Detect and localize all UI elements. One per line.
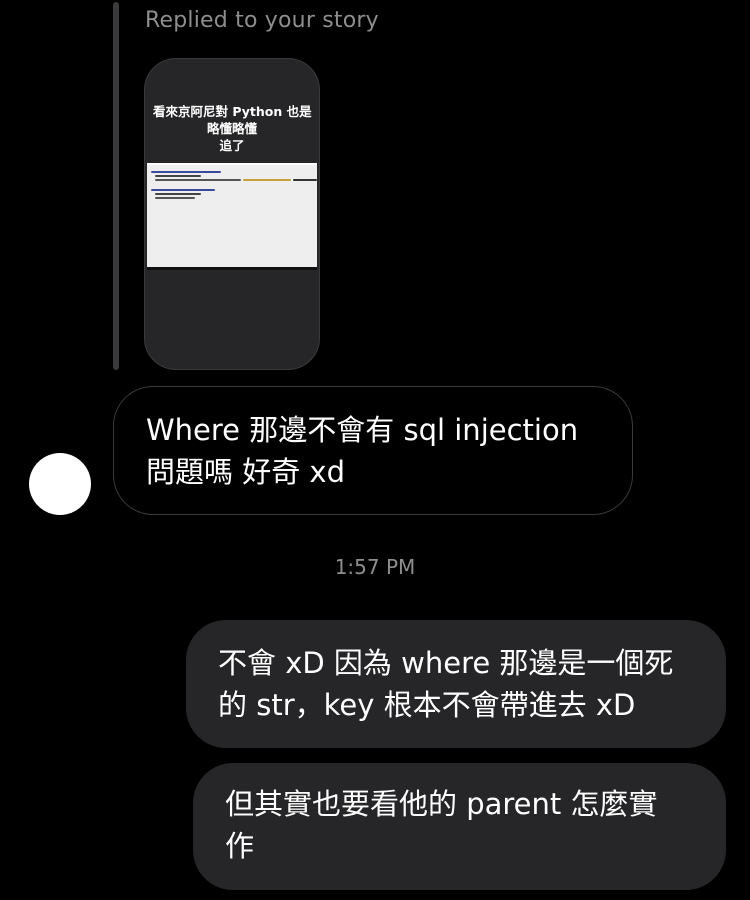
incoming-message-bubble[interactable]: Where 那邊不會有 sql injection 問題嗎 好奇 xd <box>113 386 633 515</box>
message-line: 不會 xD 因為 where 那邊是一個死 <box>218 646 674 680</box>
story-caption-line: 看來京阿尼對 Python 也是 <box>153 104 312 119</box>
message-timestamp: 1:57 PM <box>334 555 416 579</box>
story-caption-line: 略懂略懂 <box>206 121 257 136</box>
message-line: 但其實也要看他的 parent 怎麼實 <box>225 787 658 821</box>
outgoing-message-bubble[interactable]: 不會 xD 因為 where 那邊是一個死 的 str，key 根本不會帶進去 … <box>186 620 726 748</box>
message-line: 的 str，key 根本不會帶進去 xD <box>218 688 636 722</box>
avatar[interactable] <box>29 453 91 515</box>
story-caption-line: 追了 <box>219 138 245 153</box>
message-line: 作 <box>225 829 255 863</box>
code-screenshot-image <box>147 163 317 270</box>
story-caption: 看來京阿尼對 Python 也是 略懂略懂 追了 <box>153 103 312 154</box>
reply-indicator-bar <box>113 2 119 370</box>
outgoing-message-bubble[interactable]: 但其實也要看他的 parent 怎麼實 作 <box>193 763 726 890</box>
message-line: 問題嗎 好奇 xd <box>146 455 346 489</box>
story-thumbnail[interactable]: 看來京阿尼對 Python 也是 略懂略懂 追了 <box>144 58 320 370</box>
reply-label: Replied to your story <box>145 8 379 33</box>
message-line: Where 那邊不會有 sql injection <box>146 413 579 447</box>
